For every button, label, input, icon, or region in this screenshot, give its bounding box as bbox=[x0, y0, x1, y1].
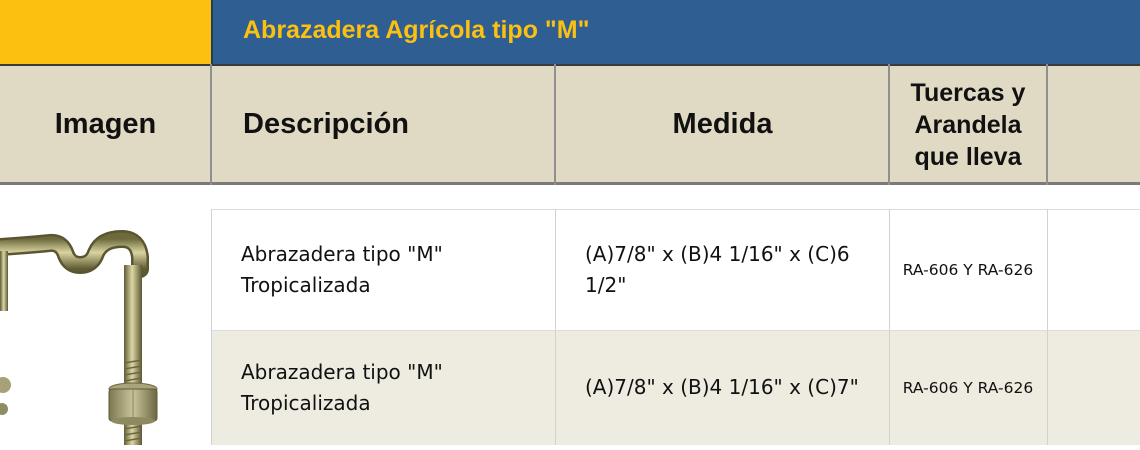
row1-descripcion: Abrazadera tipo "M" Tropicalizada bbox=[241, 209, 541, 330]
header-divider bbox=[888, 64, 890, 185]
row2-desc-line1: Abrazadera tipo "M" bbox=[241, 359, 443, 384]
column-header-tuercas-line2: Arandela bbox=[914, 110, 1022, 139]
header-divider bbox=[210, 64, 212, 185]
header-divider bbox=[1046, 64, 1048, 185]
header-spacer bbox=[0, 185, 1140, 209]
row2-descripcion: Abrazadera tipo "M" Tropicalizada bbox=[241, 330, 541, 445]
column-header-tuercas: Tuercas y Arandela que lleva bbox=[889, 64, 1047, 185]
title-accent-block bbox=[0, 0, 211, 64]
row1-medida-line1: (A)7/8" x (B)4 1/16" x (C)6 bbox=[585, 241, 850, 266]
column-header-medida: Medida bbox=[672, 108, 773, 140]
row1-medida: (A)7/8" x (B)4 1/16" x (C)6 1/2" bbox=[585, 209, 875, 330]
column-header-tuercas-line3: que lleva bbox=[914, 142, 1022, 171]
row1-desc-line2: Tropicalizada bbox=[241, 272, 371, 297]
column-header-descripcion: Descripción bbox=[243, 108, 409, 140]
column-header-imagen: Imagen bbox=[54, 108, 157, 140]
column-divider bbox=[211, 209, 212, 445]
row2-tuercas: RA-606 Y RA-626 bbox=[902, 378, 1034, 397]
column-header-tuercas-line1: Tuercas y bbox=[910, 78, 1026, 107]
column-divider bbox=[555, 209, 556, 445]
product-title: Abrazadera Agrícola tipo "M" bbox=[243, 16, 590, 44]
row2-medida: (A)7/8" x (B)4 1/16" x (C)7" bbox=[585, 375, 859, 399]
u-bolt-clamp-icon bbox=[0, 209, 211, 445]
row1-desc-line1: Abrazadera tipo "M" bbox=[241, 241, 443, 266]
column-divider bbox=[1047, 209, 1048, 445]
row1-medida-line2: 1/2" bbox=[585, 272, 627, 297]
row1-tuercas: RA-606 Y RA-626 bbox=[902, 260, 1034, 279]
header-divider bbox=[554, 64, 556, 185]
row2-desc-line2: Tropicalizada bbox=[241, 390, 371, 415]
